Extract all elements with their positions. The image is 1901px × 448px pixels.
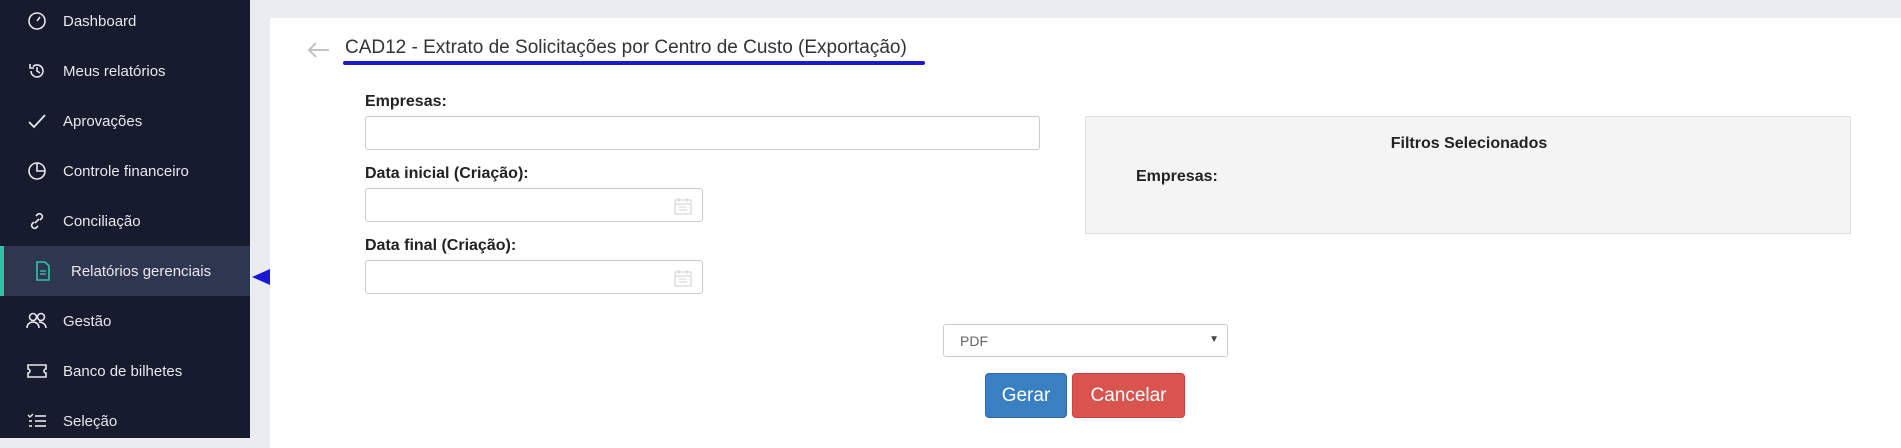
data-inicial-input[interactable] [365, 188, 703, 222]
export-format-value: PDF [960, 333, 988, 349]
sidebar-item-relatorios-gerenciais[interactable]: Relatórios gerenciais [0, 246, 250, 296]
sidebar: Dashboard Meus relatórios Aprovações Con… [0, 0, 250, 438]
empresas-input[interactable] [365, 116, 1040, 150]
pie-chart-icon [25, 159, 49, 183]
page-title: CAD12 - Extrato de Solicitações por Cent… [345, 37, 907, 58]
users-icon [25, 309, 49, 333]
sidebar-item-label: Seleção [63, 412, 118, 430]
sidebar-item-label: Meus relatórios [63, 62, 166, 80]
link-icon [25, 209, 49, 233]
gerar-button[interactable]: Gerar [985, 373, 1067, 418]
filters-empresas-label: Empresas: [1136, 168, 1218, 185]
history-icon [25, 59, 49, 83]
sidebar-item-label: Dashboard [63, 12, 137, 30]
sidebar-item-controle-financeiro[interactable]: Controle financeiro [0, 146, 250, 196]
title-annotation-underline [343, 61, 925, 65]
list-icon [25, 409, 49, 433]
sidebar-item-meus-relatorios[interactable]: Meus relatórios [0, 46, 250, 96]
sidebar-item-selecao[interactable]: Seleção [0, 396, 250, 438]
sidebar-item-aprovacoes[interactable]: Aprovações [0, 96, 250, 146]
sidebar-item-conciliacao[interactable]: Conciliação [0, 196, 250, 246]
cancelar-button[interactable]: Cancelar [1072, 373, 1185, 418]
calendar-icon[interactable] [674, 269, 692, 287]
filters-title: Filtros Selecionados [1390, 135, 1548, 152]
export-format-select[interactable]: PDF ▼ [943, 324, 1228, 357]
sidebar-item-label: Aprovações [63, 112, 143, 130]
back-arrow-icon[interactable] [305, 37, 331, 63]
data-final-label: Data final (Criação): [365, 237, 517, 254]
sidebar-item-label: Gestão [63, 312, 112, 330]
sidebar-item-gestao[interactable]: Gestão [0, 296, 250, 346]
sidebar-item-dashboard[interactable]: Dashboard [0, 0, 250, 46]
data-final-input[interactable] [365, 260, 703, 294]
calendar-icon[interactable] [674, 197, 692, 215]
sidebar-item-label: Conciliação [63, 212, 141, 230]
speedometer-icon [25, 9, 49, 33]
sidebar-item-label: Controle financeiro [63, 162, 189, 180]
chevron-down-icon: ▼ [1209, 334, 1219, 345]
sidebar-item-label: Relatórios gerenciais [71, 262, 212, 280]
document-icon [31, 259, 55, 283]
check-icon [25, 109, 49, 133]
sidebar-item-label: Banco de bilhetes [63, 362, 183, 380]
sidebar-item-banco-de-bilhetes[interactable]: Banco de bilhetes [0, 346, 250, 396]
ticket-icon [25, 359, 49, 383]
selected-filters-panel: Filtros Selecionados Empresas: [1085, 116, 1851, 234]
empresas-label: Empresas: [365, 93, 447, 110]
data-inicial-label: Data inicial (Criação): [365, 165, 529, 182]
